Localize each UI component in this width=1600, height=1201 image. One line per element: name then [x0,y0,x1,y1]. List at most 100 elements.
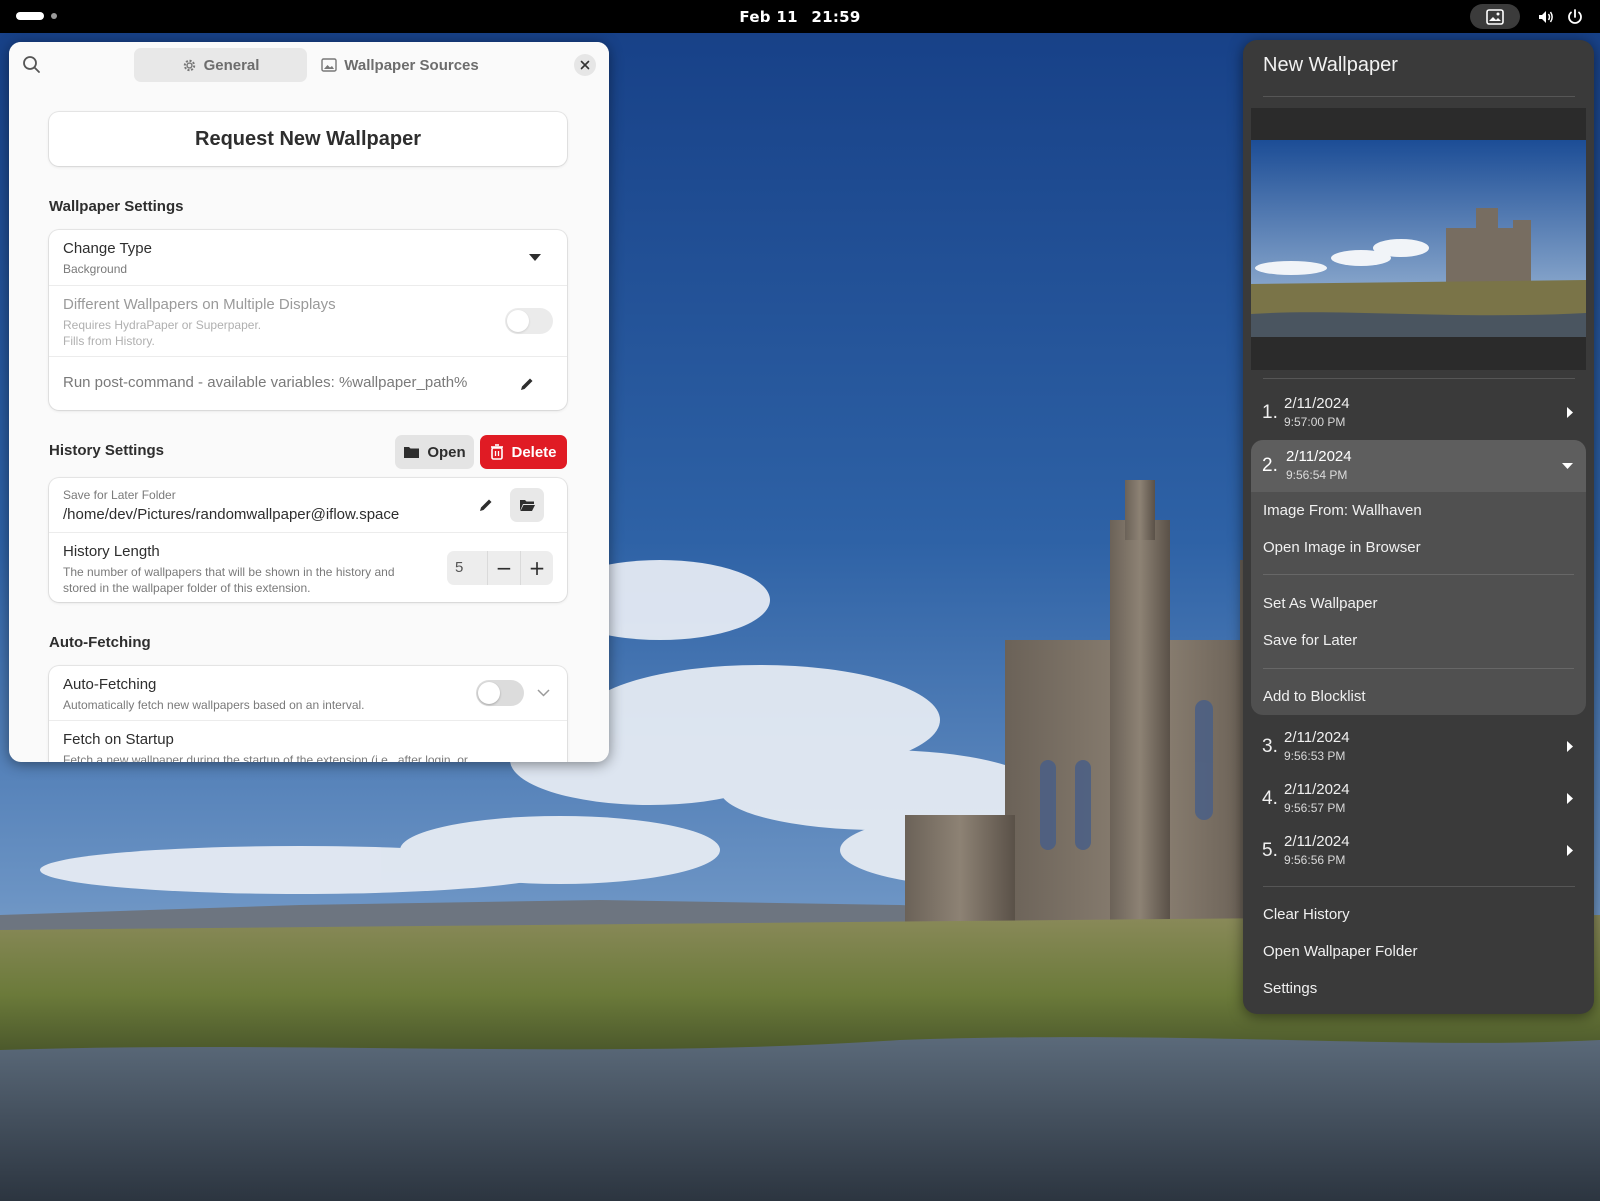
history-length-spinner: 5 − + [447,551,553,585]
volume-icon[interactable] [1537,8,1555,26]
history-length-title: History Length [63,543,160,560]
auto-fetching-row-subtitle: Automatically fetch new wallpapers based… [63,698,365,712]
image-source-item[interactable]: Image From: Wallhaven [1263,502,1422,519]
save-folder-path: /home/dev/Pictures/randomwallpaper@iflow… [63,506,400,523]
save-for-later-item[interactable]: Save for Later [1263,632,1357,649]
clear-history-item[interactable]: Clear History [1263,906,1350,923]
save-folder-label: Save for Later Folder [63,488,176,502]
clock-time: 21:59 [811,8,861,26]
preferences-content: Request New Wallpaper Wallpaper Settings… [49,112,567,762]
history-item-expanded: 2. 2/11/2024 9:56:54 PM Image From: Wall… [1251,440,1586,715]
clock[interactable]: Feb 11 21:59 [0,8,1600,26]
history-time: 9:56:57 PM [1284,801,1346,815]
pencil-icon [521,378,533,390]
pencil-icon [480,499,492,511]
browse-folder-button[interactable] [510,488,544,522]
change-type-title: Change Type [63,240,152,257]
save-folder-row: Save for Later Folder /home/dev/Pictures… [49,478,567,532]
tab-label: Wallpaper Sources [344,56,479,74]
trash-icon [491,444,504,460]
gear-icon [183,59,195,71]
wallpaper-icon [1486,8,1504,25]
settings-item[interactable]: Settings [1263,980,1317,997]
decrease-button[interactable]: − [487,551,520,585]
history-length-value[interactable]: 5 [447,551,487,585]
open-wallpaper-folder-item[interactable]: Open Wallpaper Folder [1263,943,1418,960]
wallpaper-menu: New Wallpaper 1. 2/11/2024 9:57:00 PM 2.… [1243,40,1594,1014]
history-number: 1. [1262,402,1278,423]
open-history-button[interactable]: Open [395,435,474,469]
chevron-right-icon [1567,741,1573,752]
tab-label: General [203,56,260,74]
close-button[interactable] [574,54,596,76]
auto-fetching-card: Auto-Fetching Automatically fetch new wa… [49,666,567,762]
history-item[interactable]: 1. 2/11/2024 9:57:00 PM [1251,387,1586,439]
fetch-on-startup-subtitle: Fetch a new wallpaper during the startup… [63,753,468,762]
set-as-wallpaper-item[interactable]: Set As Wallpaper [1263,595,1378,612]
history-settings-card: Save for Later Folder /home/dev/Pictures… [49,478,567,602]
post-command-placeholder: Run post-command - available variables: … [63,374,468,391]
add-to-blocklist-item[interactable]: Add to Blocklist [1263,688,1366,705]
change-type-row[interactable]: Change Type Background [49,230,567,285]
post-command-row[interactable]: Run post-command - available variables: … [49,356,567,410]
edit-folder-button[interactable] [469,488,503,522]
history-date: 2/11/2024 [1284,395,1350,412]
toggle-knob [507,310,529,332]
fetch-on-startup-title: Fetch on Startup [63,731,174,748]
history-length-row: History Length The number of wallpapers … [49,532,567,602]
chevron-right-icon [1567,845,1573,856]
history-length-subtitle-2: stored in the wallpaper folder of this e… [63,581,311,595]
multi-display-title: Different Wallpapers on Multiple Display… [63,296,336,313]
wallpaper-settings-title: Wallpaper Settings [49,198,184,215]
chevron-right-icon [1567,407,1573,418]
history-settings-title: History Settings [49,442,165,459]
edit-post-command-button[interactable] [510,367,544,401]
history-settings-header: History Settings Open Delete [49,432,567,472]
multi-display-subtitle-1: Requires HydraPaper or Superpaper. [63,318,262,332]
preferences-window: General Wallpaper Sources Request New Wa… [9,42,609,762]
power-icon[interactable] [1566,8,1584,26]
delete-history-button[interactable]: Delete [480,435,567,469]
wallpaper-preview[interactable] [1251,108,1586,370]
top-bar: Feb 11 21:59 [0,0,1600,33]
wallpaper-extension-indicator[interactable] [1470,4,1520,29]
image-icon [321,58,337,72]
fetch-on-startup-row: Fetch on Startup Fetch a new wallpaper d… [49,720,567,762]
auto-fetching-toggle[interactable] [476,680,524,706]
multi-display-row: Different Wallpapers on Multiple Display… [49,285,567,356]
request-new-wallpaper-button[interactable]: Request New Wallpaper [49,112,567,166]
history-number: 3. [1262,736,1278,757]
auto-fetching-row[interactable]: Auto-Fetching Automatically fetch new wa… [49,666,567,720]
open-label: Open [427,443,466,461]
auto-fetching-row-title: Auto-Fetching [63,676,157,693]
increase-button[interactable]: + [520,551,553,585]
dropdown-arrow-icon [529,254,541,261]
separator [1263,96,1575,97]
history-number: 4. [1262,788,1278,809]
chevron-down-icon [1562,463,1573,469]
history-time: 9:56:56 PM [1284,853,1346,867]
history-item[interactable]: 5. 2/11/2024 9:56:56 PM [1251,825,1586,877]
separator [1263,668,1574,669]
multi-display-subtitle-2: Fills from History. [63,334,155,348]
chevron-down-icon[interactable] [537,689,550,697]
history-date: 2/11/2024 [1286,448,1352,465]
auto-fetching-title: Auto-Fetching [49,634,151,651]
separator [1263,886,1575,887]
tab-wallpaper-sources[interactable]: Wallpaper Sources [315,48,485,82]
history-date: 2/11/2024 [1284,781,1350,798]
tab-general[interactable]: General [134,48,307,82]
close-icon [580,60,590,70]
history-item[interactable]: 4. 2/11/2024 9:56:57 PM [1251,773,1586,825]
separator [1263,378,1575,379]
menu-title[interactable]: New Wallpaper [1263,54,1398,77]
clock-date: Feb 11 [739,8,798,26]
search-icon[interactable] [21,54,43,76]
multi-display-toggle[interactable] [505,308,553,334]
delete-label: Delete [511,443,557,461]
history-item[interactable]: 3. 2/11/2024 9:56:53 PM [1251,721,1586,773]
separator [1263,574,1574,575]
open-in-browser-item[interactable]: Open Image in Browser [1263,539,1421,556]
change-type-value: Background [63,262,128,276]
history-item[interactable]: 2. 2/11/2024 9:56:54 PM [1251,440,1586,492]
